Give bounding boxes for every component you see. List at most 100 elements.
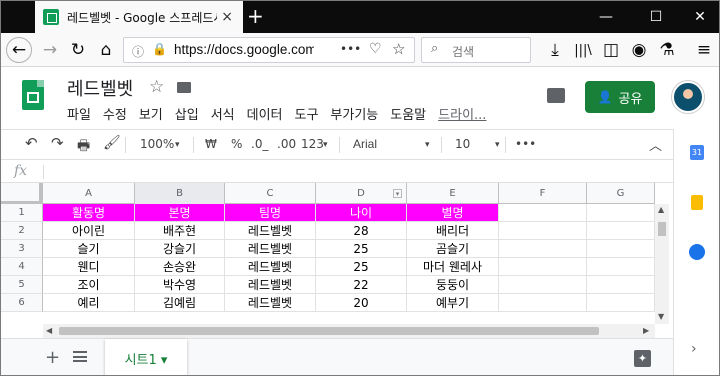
new-tab-button[interactable]: +	[247, 6, 264, 26]
header-cell[interactable]: 본명	[135, 204, 225, 222]
table-cell[interactable]: 마더 웬레사	[407, 258, 499, 276]
folder-icon[interactable]	[177, 82, 191, 93]
star-icon[interactable]: ☆	[149, 77, 164, 97]
reload-icon[interactable]: ↻	[65, 37, 91, 63]
table-cell[interactable]: 곰슬기	[407, 240, 499, 258]
scroll-down-icon[interactable]: ▼	[658, 312, 664, 321]
column-header[interactable]: G	[587, 183, 655, 204]
menu-addons[interactable]: 부가기능	[330, 104, 378, 123]
row-header[interactable]: 4	[1, 258, 43, 276]
font-size-select[interactable]: 10	[455, 137, 470, 151]
url-text[interactable]: https://docs.google.com	[174, 42, 314, 57]
calendar-icon[interactable]: 31	[690, 145, 704, 160]
font-size-chevron-icon[interactable]: ▾	[495, 140, 500, 150]
table-cell[interactable]: 20	[316, 294, 407, 312]
select-all-corner[interactable]	[1, 183, 43, 204]
table-cell[interactable]: 레드벨벳	[225, 294, 316, 312]
table-cell[interactable]: 배주현	[135, 222, 225, 240]
menu-file[interactable]: 파일	[67, 104, 91, 123]
header-cell[interactable]: 별명	[407, 204, 499, 222]
library-icon[interactable]: |||\	[570, 37, 596, 63]
table-cell[interactable]: 조이	[43, 276, 135, 294]
more-formats-button[interactable]: 123	[301, 137, 324, 151]
filter-icon[interactable]: ▾	[393, 189, 402, 198]
table-cell[interactable]	[587, 222, 655, 240]
keep-icon[interactable]	[691, 195, 703, 210]
download-icon[interactable]: ⤓	[542, 37, 568, 63]
explore-icon[interactable]: ✦	[634, 350, 651, 367]
forward-icon[interactable]: →	[37, 37, 63, 63]
sidebar-icon[interactable]: ◫	[598, 37, 624, 63]
row-header[interactable]: 1	[1, 204, 43, 222]
formats-chevron-icon[interactable]: ▾	[323, 140, 328, 150]
info-icon[interactable]: ⓘ	[132, 43, 144, 60]
scroll-right-icon[interactable]: ▶	[643, 326, 649, 335]
menu-drive[interactable]: 드라이...	[438, 104, 486, 123]
browser-tab[interactable]: 레드벨벳 - Google 스프레드시 ×	[35, 1, 243, 33]
back-icon[interactable]: ←	[6, 37, 32, 63]
font-chevron-icon[interactable]: ▾	[425, 140, 430, 150]
more-tools-button[interactable]: •••	[515, 137, 536, 151]
table-cell[interactable]: 22	[316, 276, 407, 294]
menu-insert[interactable]: 삽입	[175, 104, 199, 123]
column-header[interactable]: B	[135, 183, 225, 204]
menu-icon[interactable]: ≡	[691, 37, 717, 63]
comments-icon[interactable]	[547, 88, 565, 103]
table-cell[interactable]	[587, 258, 655, 276]
row-header[interactable]: 2	[1, 222, 43, 240]
avatar[interactable]	[672, 81, 704, 113]
table-cell[interactable]: 예부기	[407, 294, 499, 312]
table-cell[interactable]	[587, 240, 655, 258]
pocket-icon[interactable]: ♡	[369, 41, 382, 57]
chevron-right-icon[interactable]: ›	[691, 341, 697, 357]
url-bar[interactable]: ⓘ 🔒 https://docs.google.com ••• ♡ ☆	[123, 37, 415, 63]
sheet-tab[interactable]: 시트1 ▾	[105, 339, 187, 375]
increase-decimal-button[interactable]: .00	[277, 137, 296, 151]
table-cell[interactable]: 강슬기	[135, 240, 225, 258]
close-window-button[interactable]: ✕	[677, 1, 719, 33]
header-cell[interactable]	[499, 204, 587, 222]
row-header[interactable]: 3	[1, 240, 43, 258]
menu-edit[interactable]: 수정	[103, 104, 127, 123]
tasks-icon[interactable]	[689, 244, 705, 260]
table-cell[interactable]	[499, 258, 587, 276]
column-header[interactable]: E	[407, 183, 499, 204]
share-button[interactable]: 👤 공유	[585, 81, 655, 113]
column-header[interactable]: C	[225, 183, 316, 204]
table-cell[interactable]: 웬디	[43, 258, 135, 276]
table-cell[interactable]: 김예림	[135, 294, 225, 312]
undo-icon[interactable]: ↶	[25, 134, 38, 152]
print-icon[interactable]: 🖶	[77, 135, 90, 159]
decrease-decimal-button[interactable]: .0_	[251, 137, 268, 151]
header-cell[interactable]: 팀명	[225, 204, 316, 222]
vertical-scrollbar[interactable]: ▲ ▼	[655, 204, 669, 324]
horizontal-scrollbar[interactable]: ◀ ▶	[43, 324, 655, 338]
vertical-scroll-thumb[interactable]	[658, 222, 666, 236]
row-header[interactable]: 6	[1, 294, 43, 312]
table-cell[interactable]: 레드벨벳	[225, 240, 316, 258]
row-header[interactable]: 5	[1, 276, 43, 294]
table-cell[interactable]	[499, 240, 587, 258]
column-header[interactable]: A	[43, 183, 135, 204]
minimize-button[interactable]: —	[583, 1, 629, 33]
menu-tools[interactable]: 도구	[295, 104, 319, 123]
add-sheet-button[interactable]: +	[45, 347, 60, 368]
header-cell[interactable]: 나이	[316, 204, 407, 222]
header-cell[interactable]: 활동명	[43, 204, 135, 222]
paint-format-icon[interactable]: 🖌	[103, 135, 121, 151]
menu-format[interactable]: 서식	[211, 104, 235, 123]
table-cell[interactable]: 슬기	[43, 240, 135, 258]
zoom-select[interactable]: 100%	[140, 137, 174, 151]
extension-cursor-icon[interactable]: ◉	[626, 37, 652, 63]
close-tab-icon[interactable]: ×	[221, 9, 233, 25]
redo-icon[interactable]: ↷	[51, 134, 64, 152]
menu-data[interactable]: 데이터	[247, 104, 283, 123]
scroll-left-icon[interactable]: ◀	[46, 326, 52, 335]
page-actions-icon[interactable]: •••	[340, 42, 361, 56]
zoom-chevron-icon[interactable]: ▾	[175, 140, 180, 150]
table-cell[interactable]: 25	[316, 258, 407, 276]
table-cell[interactable]: 레드벨벳	[225, 276, 316, 294]
column-header[interactable]: F	[499, 183, 587, 204]
table-cell[interactable]	[587, 294, 655, 312]
sheets-logo-icon[interactable]	[22, 80, 44, 110]
